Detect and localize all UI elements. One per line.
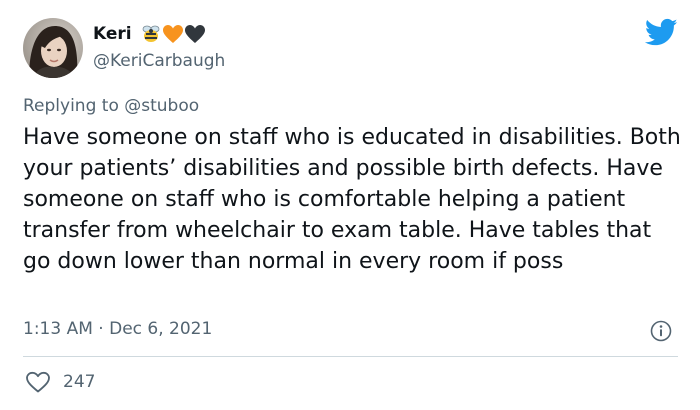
name-emoji-group [140, 24, 206, 44]
tweet-text: Have someone on staff who is educated in… [23, 125, 681, 274]
tweet-timestamp[interactable]: 1:13 AM · Dec 6, 2021 [23, 319, 212, 339]
avatar-photo [23, 18, 83, 78]
user-handle[interactable]: @KeriCarbaugh [93, 51, 225, 71]
heart-outline-icon[interactable] [25, 371, 51, 393]
like-action[interactable]: 247 [25, 371, 95, 393]
reply-mention-link[interactable]: @stuboo [124, 96, 199, 116]
like-count: 247 [63, 372, 96, 392]
tweet-time[interactable]: 1:13 AM [23, 319, 93, 339]
tweet-date[interactable]: Dec 6, 2021 [109, 319, 212, 339]
replying-to: Replying to @stuboo [23, 96, 199, 116]
display-name[interactable]: Keri [93, 24, 132, 44]
twitter-bird-icon[interactable] [645, 18, 678, 47]
orange-heart-icon [162, 25, 183, 43]
bee-emoji-icon [142, 25, 160, 42]
info-icon[interactable] [650, 320, 672, 342]
replying-to-prefix: Replying to [23, 96, 119, 116]
display-name-row[interactable]: Keri [93, 24, 206, 44]
divider [23, 356, 678, 357]
meta-separator: · [98, 319, 104, 339]
black-heart-icon [184, 25, 205, 43]
avatar[interactable] [23, 18, 83, 78]
